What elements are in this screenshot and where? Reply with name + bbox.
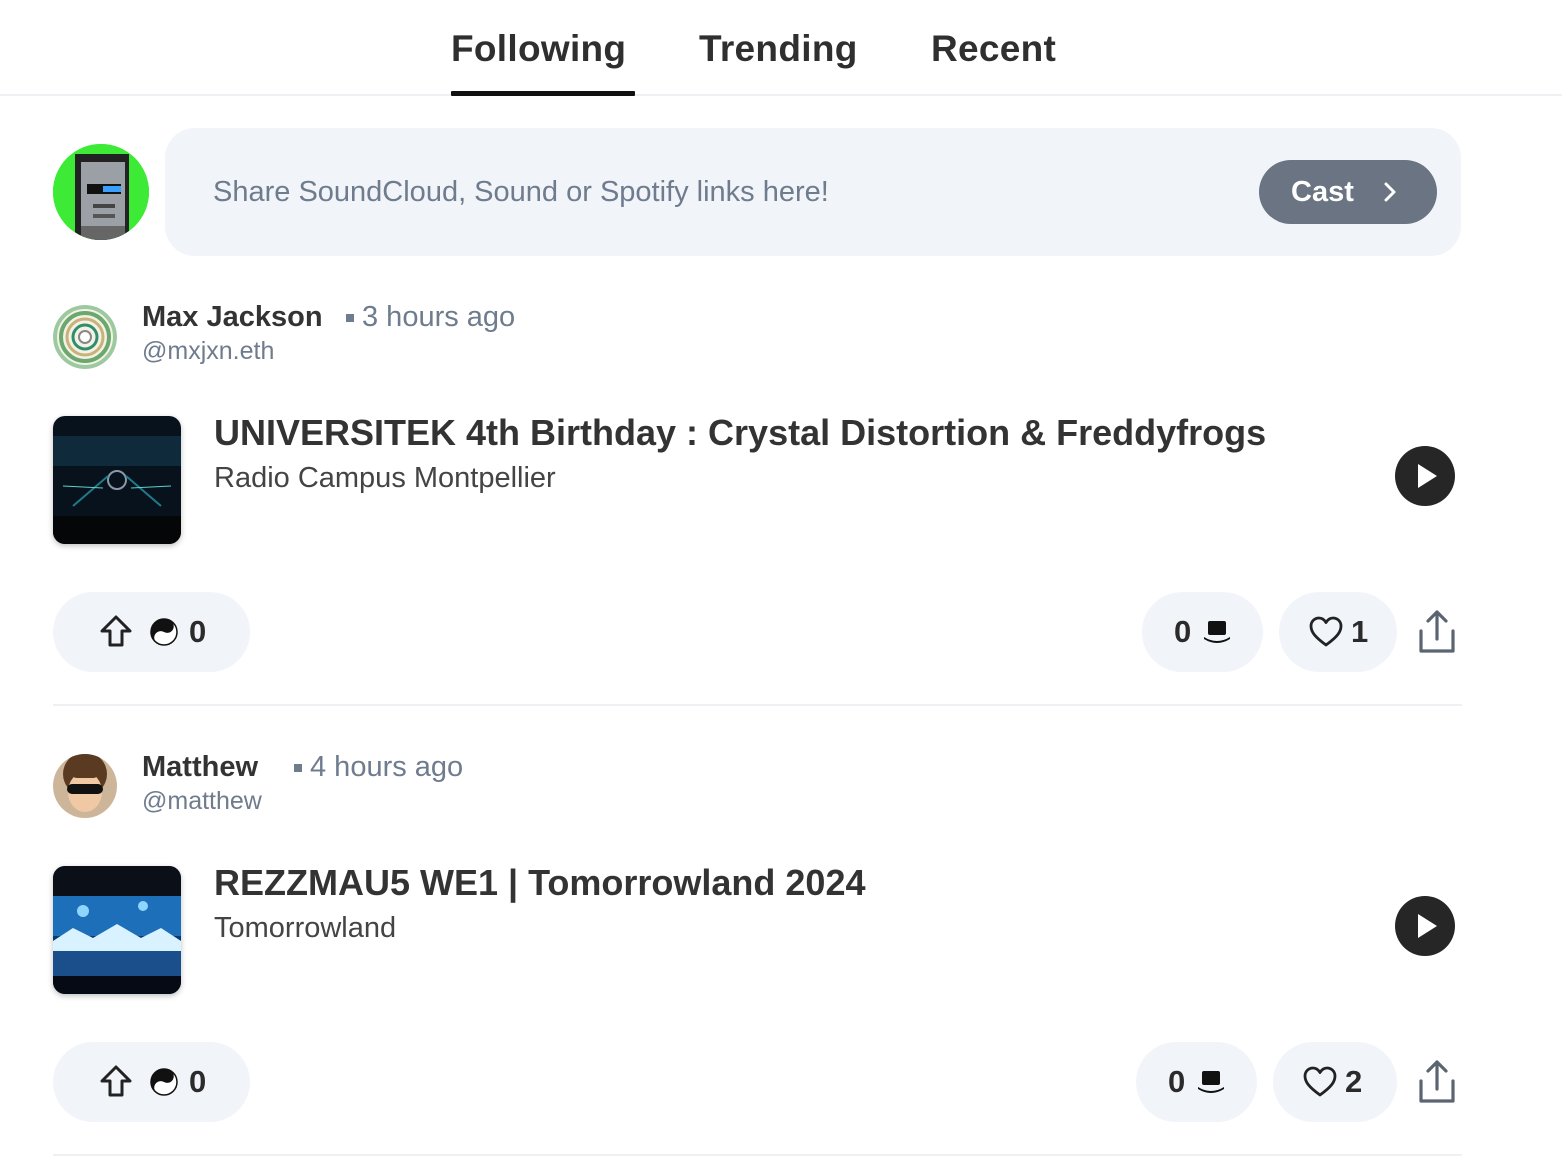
post-divider: [53, 704, 1462, 706]
author-name[interactable]: Max Jackson: [142, 301, 323, 334]
tab-recent[interactable]: Recent: [931, 28, 1056, 70]
link-input[interactable]: [213, 172, 1213, 212]
feed-tabs: Following Trending Recent: [0, 0, 1562, 96]
like-button[interactable]: 2: [1273, 1042, 1397, 1122]
tab-following[interactable]: Following: [451, 28, 626, 70]
feed-post: Matthew 4 hours ago @matthew REZZMAU5 WE…: [53, 750, 1462, 1156]
author-avatar[interactable]: [53, 305, 117, 369]
upvote-arrow-icon: [100, 615, 132, 647]
yin-yang-icon: [150, 618, 178, 646]
hat-button[interactable]: 0: [1136, 1042, 1257, 1122]
tab-trending[interactable]: Trending: [699, 28, 858, 70]
like-count: 2: [1345, 1064, 1363, 1099]
post-divider: [53, 1154, 1462, 1156]
separator-dot: [294, 764, 302, 772]
hat-count: 0: [1174, 614, 1192, 649]
top-hat-icon: [1198, 1071, 1224, 1093]
upvote-arrow-icon: [100, 1065, 132, 1097]
chevron-right-icon: [1384, 182, 1396, 202]
yin-yang-icon: [150, 1068, 178, 1096]
track-thumbnail[interactable]: [53, 866, 181, 994]
upvote-count: 0: [189, 614, 207, 649]
upvote-button[interactable]: 0: [53, 592, 250, 672]
play-icon: [1418, 464, 1437, 488]
hat-button[interactable]: 0: [1142, 592, 1263, 672]
feed-post: Max Jackson 3 hours ago @mxjxn.eth UNIVE…: [53, 300, 1462, 706]
track-artist[interactable]: Radio Campus Montpellier: [214, 462, 556, 495]
post-time: 4 hours ago: [310, 751, 464, 783]
cast-button-label: Cast: [1291, 175, 1354, 208]
upvote-button[interactable]: 0: [53, 1042, 250, 1122]
cast-composer: Cast: [165, 128, 1461, 256]
play-button[interactable]: [1395, 446, 1455, 506]
share-icon[interactable]: [1417, 1059, 1457, 1105]
like-button[interactable]: 1: [1279, 592, 1397, 672]
heart-icon: [1303, 1066, 1337, 1097]
cast-button[interactable]: Cast: [1259, 160, 1437, 224]
current-user-avatar[interactable]: [53, 144, 149, 240]
separator-dot: [346, 314, 354, 322]
author-avatar[interactable]: [53, 754, 117, 818]
post-time: 3 hours ago: [362, 301, 516, 333]
heart-icon: [1309, 616, 1343, 647]
top-hat-icon: [1204, 621, 1230, 643]
play-icon: [1418, 914, 1437, 938]
track-artist[interactable]: Tomorrowland: [214, 912, 396, 945]
like-count: 1: [1351, 614, 1369, 649]
track-title[interactable]: UNIVERSITEK 4th Birthday : Crystal Disto…: [214, 412, 1266, 454]
author-handle[interactable]: @mxjxn.eth: [142, 337, 274, 366]
upvote-count: 0: [189, 1064, 207, 1099]
author-name[interactable]: Matthew: [142, 751, 258, 784]
play-button[interactable]: [1395, 896, 1455, 956]
track-thumbnail[interactable]: [53, 416, 181, 544]
author-handle[interactable]: @matthew: [142, 787, 262, 816]
share-icon[interactable]: [1417, 609, 1457, 655]
hat-count: 0: [1168, 1064, 1186, 1099]
track-title[interactable]: REZZMAU5 WE1 | Tomorrowland 2024: [214, 862, 866, 904]
active-tab-indicator: [451, 91, 635, 96]
